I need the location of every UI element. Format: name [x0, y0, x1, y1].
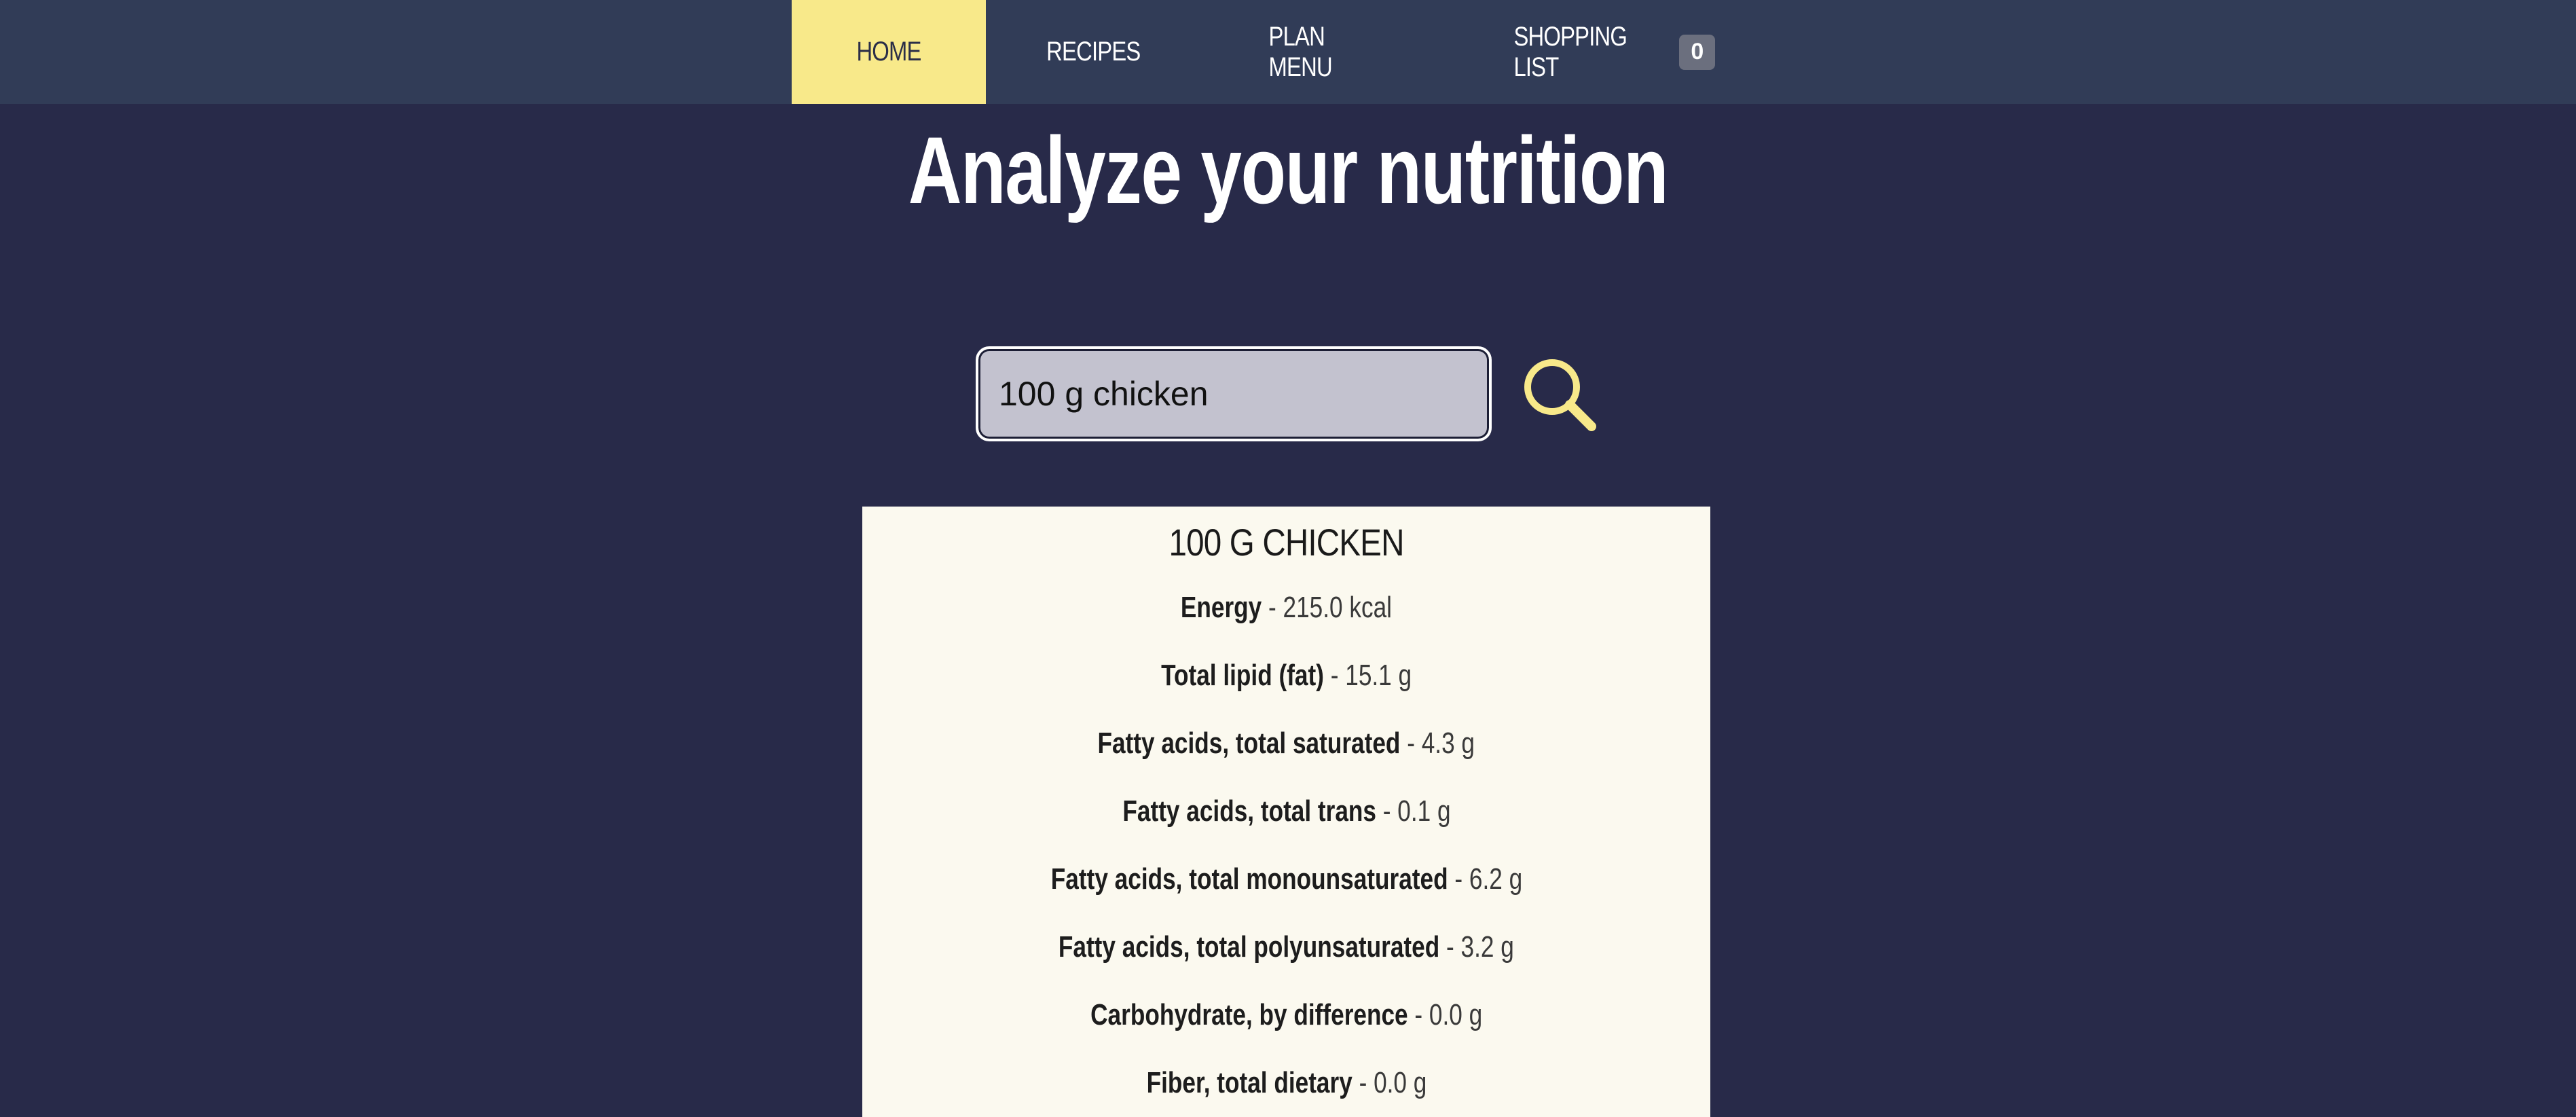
nutrient-name: Fiber, total dietary [1146, 1066, 1353, 1099]
nav-plan-menu[interactable]: PLAN MENU [1256, 0, 1396, 104]
nutrient-name: Fatty acids, total polyunsaturated [1059, 930, 1440, 964]
nav-home-label: HOME [856, 37, 921, 67]
search-icon [1524, 359, 1596, 431]
nav-plan-menu-label: PLAN MENU [1268, 21, 1333, 82]
nutrient-value: - 4.3 g [1400, 727, 1475, 760]
nutrient-name: Fatty acids, total monounsaturated [1050, 862, 1448, 896]
nutrient-row: Energy - 215.0 kcal [862, 591, 1710, 625]
search-button[interactable] [1518, 353, 1600, 435]
nav-shopping-list[interactable]: SHOPPING LIST 0 [1498, 0, 1715, 104]
nutrient-row: Fatty acids, total saturated - 4.3 g [862, 727, 1710, 761]
nutrient-row: Total lipid (fat) - 15.1 g [862, 659, 1710, 693]
result-title: 100 G CHICKEN [862, 520, 1710, 564]
nutrient-row: Fiber, total dietary - 0.0 g [862, 1066, 1710, 1100]
page-title-text: Analyze your nutrition [908, 117, 1669, 223]
nav-recipes[interactable]: RECIPES [1032, 0, 1154, 104]
nutrient-value: - 0.0 g [1352, 1066, 1427, 1099]
nutrient-value: - 0.0 g [1407, 998, 1483, 1031]
nutrient-name: Carbohydrate, by difference [1090, 998, 1408, 1031]
nutrient-value: - 15.1 g [1323, 659, 1412, 692]
nutrient-row: Carbohydrate, by difference - 0.0 g [862, 998, 1710, 1032]
shopping-count-badge: 0 [1678, 34, 1715, 70]
search-input[interactable] [976, 346, 1492, 441]
nav-home[interactable]: HOME [792, 0, 986, 104]
page-title: Analyze your nutrition [0, 115, 2576, 225]
nutrient-value: - 215.0 kcal [1262, 591, 1393, 624]
nutrient-row: Fatty acids, total polyunsaturated - 3.2… [862, 930, 1710, 964]
result-title-text: 100 G CHICKEN [1169, 521, 1404, 564]
nav-shopping-list-label: SHOPPING LIST [1513, 21, 1627, 82]
nutrient-name: Fatty acids, total saturated [1097, 727, 1401, 760]
nutrient-value: - 6.2 g [1448, 862, 1522, 896]
nutrient-name: Total lipid (fat) [1160, 659, 1324, 692]
nav-recipes-label: RECIPES [1046, 37, 1141, 67]
top-navbar: HOME RECIPES PLAN MENU SHOPPING LIST 0 [0, 0, 2576, 104]
nutrient-value: - 3.2 g [1439, 930, 1514, 964]
nutrition-result-card: 100 G CHICKEN Energy - 215.0 kcal Total … [862, 507, 1710, 1117]
nutrient-row: Fatty acids, total trans - 0.1 g [862, 794, 1710, 828]
nutrient-name: Fatty acids, total trans [1122, 794, 1376, 828]
nutrient-name: Energy [1180, 591, 1262, 624]
nutrient-value: - 0.1 g [1376, 794, 1451, 828]
nutrient-row: Fatty acids, total monounsaturated - 6.2… [862, 862, 1710, 896]
